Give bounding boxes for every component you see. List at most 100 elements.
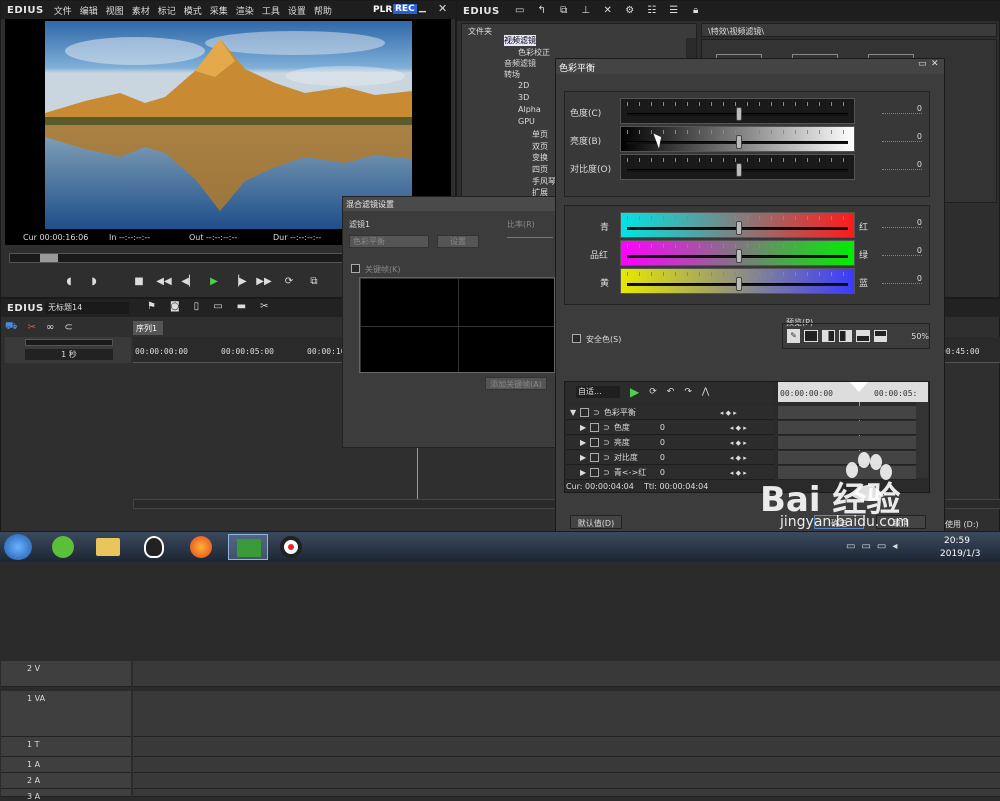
step-back-icon[interactable]: ◀▏ <box>181 275 197 289</box>
loop-icon[interactable]: ⟳ <box>281 275 297 289</box>
menu-clip[interactable]: 素材 <box>128 4 154 17</box>
kf-link-icon[interactable]: ⊃ <box>603 468 610 477</box>
kf-row-value[interactable]: 0 <box>660 453 730 462</box>
default-button[interactable]: 默认值(D) <box>570 515 622 529</box>
tree-item[interactable]: 手风琴 <box>532 176 556 187</box>
kf-checkbox[interactable] <box>590 423 600 432</box>
kf-row[interactable]: ▶ ⊃ 色度 0 ◂ ◆ ▸ <box>566 421 774 435</box>
tree-item[interactable]: 音频滤镜 <box>504 58 536 69</box>
plr-label[interactable]: PLR <box>373 5 392 15</box>
restore-icon[interactable]: ▭ <box>918 59 927 69</box>
tone-slider[interactable] <box>620 154 855 180</box>
kf-next-icon[interactable]: ↷ <box>684 387 692 397</box>
razor-icon[interactable]: ✂ <box>28 322 36 333</box>
kf-lane[interactable] <box>778 421 916 435</box>
keyframe-checkbox[interactable] <box>351 264 360 274</box>
new-icon[interactable]: ▯ <box>194 301 200 312</box>
kf-playhead-marker[interactable] <box>850 382 868 392</box>
kf-nav-icons[interactable]: ◂ ◆ ▸ <box>720 409 737 417</box>
color-slider[interactable] <box>620 212 855 238</box>
set-in-icon[interactable]: ◖ <box>61 275 77 289</box>
tone-slider-value[interactable]: 0 <box>882 132 922 142</box>
kf-row-value[interactable]: 0 <box>660 468 730 477</box>
preview-pen-icon[interactable]: ✎ <box>787 329 801 343</box>
expand-icon[interactable]: ▶ <box>580 423 586 432</box>
link-icon[interactable]: ∞ <box>46 322 54 333</box>
tone-slider-value[interactable]: 0 <box>882 104 922 114</box>
track-header[interactable]: 1 A <box>1 757 131 773</box>
rewind-icon[interactable]: ◀◀ <box>156 275 172 289</box>
folder-icon[interactable]: ▭ <box>512 4 528 18</box>
track-lane[interactable] <box>133 773 1000 789</box>
track-lane[interactable] <box>133 757 1000 773</box>
expand-icon[interactable]: ▼ <box>570 408 576 417</box>
fast-forward-icon[interactable]: ▶▶ <box>256 275 272 289</box>
kf-row[interactable]: ▶ ⊃ 青<->红 0 ◂ ◆ ▸ <box>566 466 774 480</box>
add-keyframe-button[interactable]: 添加关键帧(A) <box>485 377 547 390</box>
step-forward-icon[interactable]: ▕▶ <box>231 275 247 289</box>
kf-nav-icons[interactable]: ◂ ◆ ▸ <box>730 454 747 462</box>
menu-view[interactable]: 视图 <box>102 4 128 17</box>
scale-select[interactable]: 1 秒 <box>25 349 113 360</box>
slider-thumb[interactable] <box>735 221 742 235</box>
preview-bottom-icon[interactable] <box>873 330 888 342</box>
tree-item[interactable]: 色彩校正 <box>518 47 550 58</box>
menu-edit[interactable]: 编辑 <box>76 4 102 17</box>
delete-icon[interactable]: ✕ <box>600 4 616 18</box>
preview-right-icon[interactable] <box>839 330 853 342</box>
kf-nav-icons[interactable]: ◂ ◆ ▸ <box>730 439 747 447</box>
keyframe-graph[interactable] <box>359 277 555 373</box>
play-icon[interactable]: ▶ <box>206 275 222 289</box>
menu-file[interactable]: 文件 <box>50 4 76 17</box>
kf-row-value[interactable]: 0 <box>660 438 730 447</box>
menu-render[interactable]: 渲染 <box>232 4 258 17</box>
kf-nav-icons[interactable]: ◂ ◆ ▸ <box>730 424 747 432</box>
track-lane[interactable] <box>133 737 1000 757</box>
settings-button[interactable]: 设置 <box>437 235 479 248</box>
track-header[interactable]: 1 VA <box>1 691 131 737</box>
copy-icon[interactable]: ⧉ <box>556 4 572 18</box>
track-header[interactable]: 2 V <box>1 661 131 687</box>
tree-item[interactable]: 四页 <box>532 164 548 175</box>
close-icon[interactable]: ✕ <box>931 59 939 69</box>
set-out-icon[interactable]: ◗ <box>86 275 102 289</box>
menu-marker[interactable]: 标记 <box>154 4 180 17</box>
tone-slider-value[interactable]: 0 <box>882 160 922 170</box>
tree-item[interactable]: 转场 <box>504 69 520 80</box>
stop-icon[interactable]: ■ <box>131 275 147 289</box>
mode-icon[interactable]: ⚑ <box>147 301 156 312</box>
clock-date[interactable]: 2019/1/3 <box>940 549 980 559</box>
color-slider-value[interactable]: 0 <box>882 218 922 228</box>
apply-icon[interactable]: ⊥ <box>578 4 594 18</box>
insert-icon[interactable]: ⧉ <box>306 275 322 289</box>
kf-link-icon[interactable]: ⊃ <box>603 423 610 432</box>
color-slider[interactable] <box>620 268 855 294</box>
kf-graph-icon[interactable]: ⋀ <box>702 387 709 397</box>
firefox-icon[interactable] <box>190 536 212 558</box>
tree-item[interactable]: 3D <box>518 93 529 102</box>
kf-scale-select[interactable]: 自适... <box>576 386 620 398</box>
close-icon[interactable]: ✕ <box>438 2 447 15</box>
sync-icon[interactable]: ⛟ <box>5 321 18 334</box>
tree-item[interactable]: 视频滤镜 <box>504 35 536 46</box>
track-header[interactable]: 1 T <box>1 737 131 757</box>
snapshot-icon[interactable]: ◙ <box>170 301 180 312</box>
up-icon[interactable]: ↰ <box>534 4 550 18</box>
kf-lane[interactable] <box>778 406 916 420</box>
ratio-slider[interactable] <box>507 237 553 243</box>
cut-icon[interactable]: ✂ <box>260 301 268 312</box>
open-icon[interactable]: ▭ <box>213 301 222 312</box>
tree-item[interactable]: 双页 <box>532 141 548 152</box>
minimize-icon[interactable]: ▁ <box>419 3 426 13</box>
expand-icon[interactable]: ▶ <box>580 438 586 447</box>
properties-icon[interactable]: ⚙ <box>622 4 638 18</box>
edius-icon[interactable] <box>228 534 268 560</box>
group-icon[interactable]: ⊂ <box>64 322 72 333</box>
sequence-tab[interactable]: 序列1 <box>133 321 163 335</box>
track-lane[interactable] <box>133 691 1000 737</box>
slider-thumb[interactable] <box>735 107 742 121</box>
filter-select[interactable]: 色彩平衡 <box>349 235 429 248</box>
preview-full-icon[interactable] <box>804 330 818 342</box>
track-header[interactable]: 2 A <box>1 773 131 789</box>
menu-capture[interactable]: 采集 <box>206 4 232 17</box>
